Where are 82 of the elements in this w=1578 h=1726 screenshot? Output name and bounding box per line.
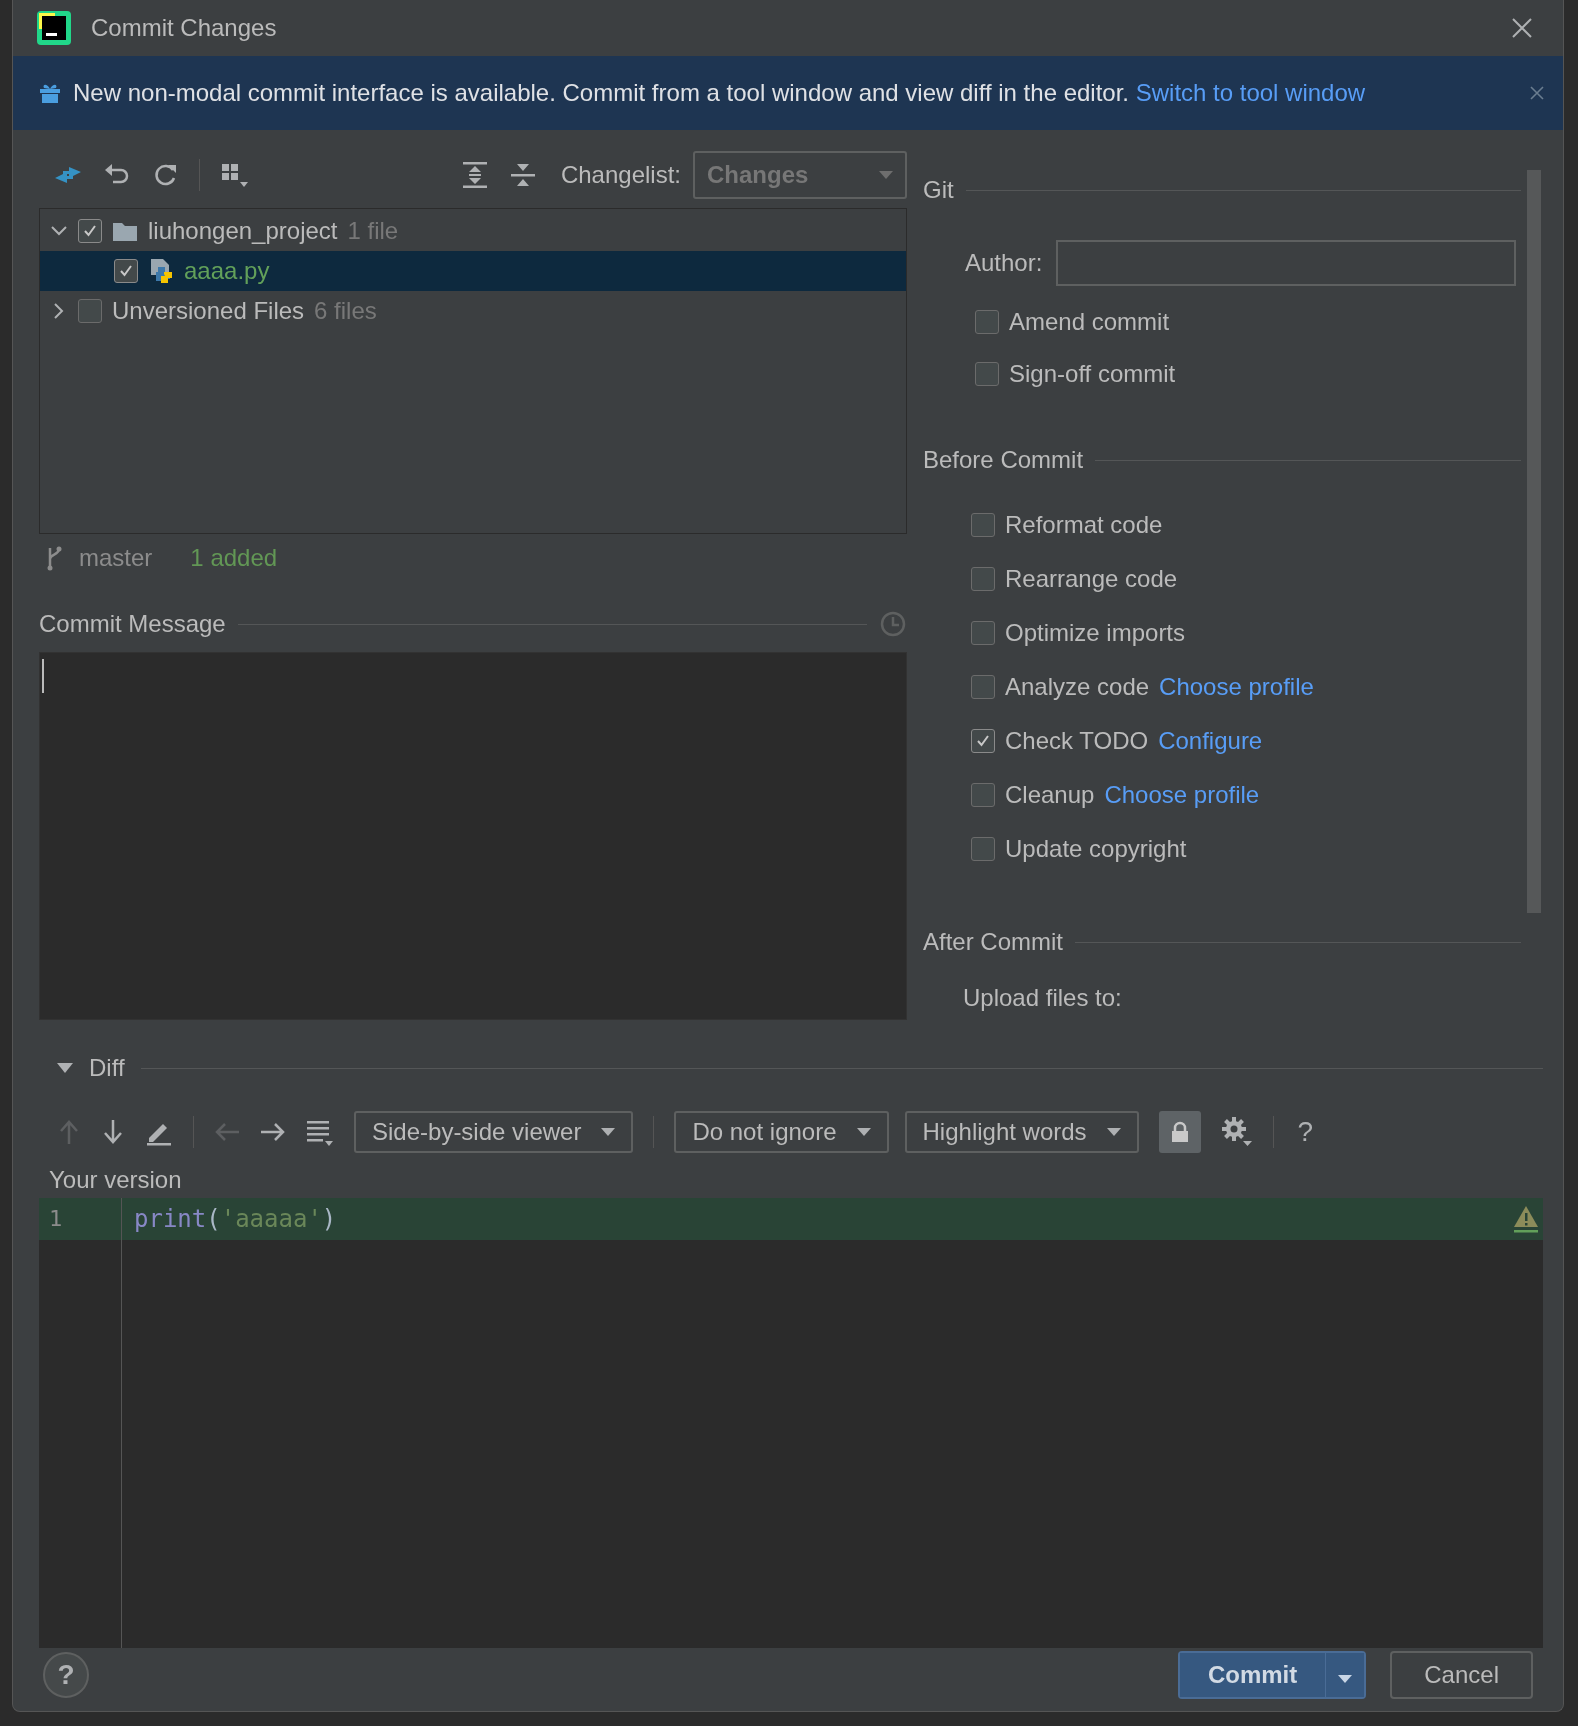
settings-icon[interactable] [1220,1116,1253,1148]
checkbox[interactable] [971,513,995,537]
commit-options-button[interactable] [1325,1652,1365,1697]
checkbox[interactable] [78,299,102,323]
section-title: Commit Message [39,610,226,638]
lock-button[interactable] [1158,1111,1201,1153]
option-label: Reformat code [1005,511,1163,539]
option-label: Cleanup [1005,781,1095,809]
gift-icon [39,82,61,104]
change-summary: 1 added [190,544,278,572]
tree-item-label: liuhongen_project [148,217,338,245]
option-label: Check TODO [1005,727,1149,755]
arrow-right-icon[interactable] [260,1121,286,1143]
checkbox[interactable] [975,362,999,386]
section-title: Before Commit [923,446,1084,474]
file-count: 1 file [347,217,399,245]
option-label: Rearrange code [1005,565,1178,593]
close-icon[interactable] [1511,17,1533,39]
option-label: Update copyright [1005,835,1187,863]
upload-label: Upload files to: [962,984,1123,1012]
check-icon [975,733,991,749]
checkbox[interactable] [971,783,995,807]
code-line: print('aaaaa') [134,1204,337,1235]
checkbox[interactable] [971,675,995,699]
option-link[interactable]: Choose profile [1104,781,1260,809]
close-icon[interactable] [1529,85,1545,101]
arrow-down-icon[interactable] [101,1119,125,1145]
caret-icon [879,171,893,179]
folder-icon [112,220,138,242]
option-link[interactable]: Configure [1158,727,1263,755]
caret-icon [601,1128,616,1136]
author-field[interactable] [1056,240,1517,286]
lock-icon [1170,1121,1189,1143]
section-title: After Commit [923,928,1063,956]
checkbox[interactable] [114,259,138,283]
branch-name: master [79,544,153,572]
help-button[interactable]: ? [43,1651,89,1698]
app-logo-icon [37,11,71,45]
triangle-down-icon[interactable] [57,1063,73,1073]
option-label: Sign-off commit [1009,360,1176,388]
check-icon [82,223,98,239]
section-title: Diff [89,1054,125,1082]
option-label: Amend commit [1009,308,1170,336]
viewer-dropdown[interactable]: Side-by-side viewer [354,1111,634,1153]
caret-icon [1106,1128,1121,1136]
branch-icon [45,545,63,571]
window-title: Commit Changes [91,14,277,42]
tree-row[interactable]: aaaa.py [40,251,906,291]
line-number: 1 [39,1198,121,1240]
warning-icon [1513,1205,1539,1233]
switch-link[interactable]: Switch to tool window [1135,79,1366,106]
changelist-label: Changelist: [560,161,681,189]
check-icon [118,263,134,279]
section-title: Git [923,176,954,204]
checkbox[interactable] [971,837,995,861]
checkbox[interactable] [971,567,995,591]
collapse-all-icon[interactable] [508,161,537,189]
scrollbar[interactable] [1527,170,1541,913]
file-count: 6 files [314,297,377,325]
checkbox[interactable] [78,219,102,243]
checkbox[interactable] [971,729,995,753]
expand-all-icon[interactable] [460,161,489,189]
tree-item-label: aaaa.py [184,257,270,285]
checkbox[interactable] [971,621,995,645]
banner-text: New non-modal commit interface is available. Commit from a tool window and view diff in the editor. Switch to tool window [73,79,1366,107]
caret-icon [856,1128,871,1136]
tree-item-label: Unversioned Files [112,297,305,325]
python-file-icon [148,258,174,284]
tree-row[interactable]: Unversioned Files 6 files [40,291,906,331]
tree-row[interactable]: liuhongen_project 1 file [40,211,906,251]
commit-message-field[interactable] [39,652,907,1020]
caret-icon [1338,1674,1353,1683]
cancel-button[interactable]: Cancel [1390,1650,1533,1699]
option-label: Optimize imports [1005,619,1186,647]
side-label: Your version [48,1165,183,1195]
ignore-dropdown[interactable]: Do not ignore [674,1111,889,1153]
highlight-dropdown[interactable]: Highlight words [904,1111,1139,1153]
checkbox[interactable] [975,310,999,334]
help-button[interactable]: ? [1293,1116,1318,1148]
option-label: Analyze code [1005,673,1150,701]
option-link[interactable]: Choose profile [1159,673,1314,701]
author-label: Author: [965,249,1043,277]
